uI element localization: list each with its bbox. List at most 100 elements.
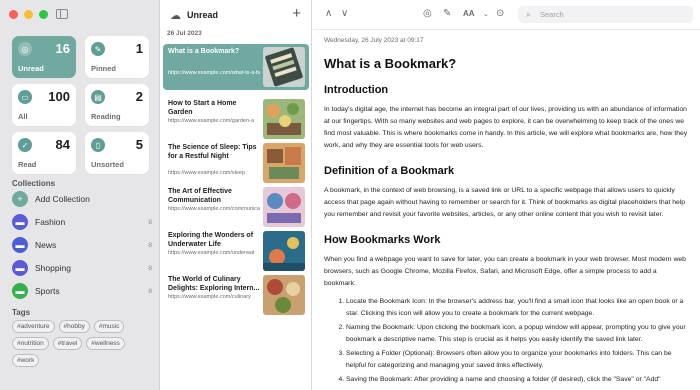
search-icon: ⌕ <box>526 9 532 19</box>
steps-list: Locate the Bookmark Icon: In the browser… <box>324 296 690 386</box>
font-size-button[interactable]: AA <box>463 9 475 18</box>
search-placeholder: Search <box>540 10 564 19</box>
smart-list-reading[interactable]: ▤ 2 Reading <box>85 84 149 126</box>
zoom-window-button[interactable] <box>39 10 48 19</box>
list-item: Naming the Bookmark: Upon clicking the b… <box>346 322 690 346</box>
tag-chip[interactable]: #work <box>12 354 40 367</box>
pin-icon[interactable]: ✎ <box>443 8 451 19</box>
tag-chip[interactable]: #hobby <box>58 320 90 333</box>
smart-list-label: Unread <box>18 64 44 73</box>
smart-list-grid: ◎ 16 Unread ✎ 1 Pinned ▭ 100 All ▤ 2 Rea… <box>12 36 150 174</box>
collection-count: 8 <box>148 241 152 249</box>
collection-count: 8 <box>148 264 152 272</box>
bookmark-title: The World of Culinary Delights: Explorin… <box>168 276 260 292</box>
document-icon: ▯ <box>91 138 105 152</box>
tag-chip[interactable]: #nutrition <box>12 337 49 350</box>
bookmark-list-item[interactable]: How to Start a Home Garden https://www.e… <box>163 96 309 142</box>
bookmark-list-item[interactable]: Exploring the Wonders of Underwater Life… <box>163 228 309 274</box>
smart-list-unread[interactable]: ◎ 16 Unread <box>12 36 76 78</box>
bookmark-list-item[interactable]: The Art of Effective Communication https… <box>163 184 309 230</box>
article-title: What is a Bookmark? <box>324 56 457 71</box>
list-item: Saving the Bookmark: After providing a n… <box>346 374 690 386</box>
search-input[interactable]: ⌕ Search <box>518 6 693 23</box>
bookmark-url: https://www.example.com/communicati <box>168 206 260 212</box>
date-group-label: 26 Jul 2023 <box>167 30 202 37</box>
section-heading: Definition of a Bookmark <box>324 165 455 177</box>
collection-item-sports[interactable]: ▬ Sports 8 <box>12 282 152 300</box>
smart-list-all[interactable]: ▭ 100 All <box>12 84 76 126</box>
inbox-icon: ▭ <box>18 90 32 104</box>
add-bookmark-button[interactable]: + <box>292 5 301 22</box>
collection-item-news[interactable]: ▬ News 8 <box>12 236 152 254</box>
smart-list-label: Unsorted <box>91 160 124 169</box>
bookmark-title: The Science of Sleep: Tips for a Restful… <box>168 144 257 160</box>
window-controls <box>9 10 48 19</box>
folder-icon: ▬ <box>12 260 28 276</box>
pin-icon: ✎ <box>91 42 105 56</box>
article-timestamp: Wednesday, 26 July 2023 at 09:17 <box>324 37 424 44</box>
tag-chip[interactable]: #music <box>93 320 125 333</box>
cloud-sync-icon[interactable]: ☁ <box>170 9 181 22</box>
list-item: Selecting a Folder (Optional): Browsers … <box>346 348 690 372</box>
collection-item-shopping[interactable]: ▬ Shopping 8 <box>12 259 152 277</box>
folder-icon: ▬ <box>12 283 28 299</box>
tags-heading: Tags <box>12 308 31 317</box>
more-options-icon[interactable]: ⊙ <box>496 8 504 19</box>
bookmark-title: How to Start a Home Garden <box>168 100 237 116</box>
smart-list-count: 16 <box>55 41 70 56</box>
collection-count: 8 <box>148 218 152 226</box>
smart-list-label: Pinned <box>91 64 117 73</box>
bookmark-list-item[interactable]: The World of Culinary Delights: Explorin… <box>163 272 309 318</box>
collection-label: Sports <box>35 286 60 296</box>
article-paragraph: In today's digital age, the internet has… <box>324 106 688 149</box>
add-collection-button[interactable]: + Add Collection <box>12 190 152 208</box>
smart-list-count: 84 <box>55 137 70 152</box>
bookmark-list-item[interactable]: What is a Bookmark? https://www.example.… <box>163 44 309 90</box>
smart-list-label: Read <box>18 160 37 169</box>
chevron-down-icon[interactable]: ∨ <box>341 8 348 19</box>
collection-label: Add Collection <box>35 194 90 204</box>
tag-list: #adventure #hobby #music #nutrition #tra… <box>12 320 152 367</box>
smart-list-count: 100 <box>48 89 70 104</box>
collection-label: Fashion <box>35 217 66 227</box>
tag-chip[interactable]: #travel <box>52 337 83 350</box>
bookmark-url: https://www.example.com/underwat <box>168 250 255 256</box>
bookmark-title: Exploring the Wonders of Underwater Life <box>168 232 254 248</box>
smart-list-count: 2 <box>135 89 143 104</box>
article-paragraph: A bookmark, in the context of web browsi… <box>324 187 686 218</box>
bookmark-url: https://www.example.com/what-is-a-bookma… <box>168 70 260 76</box>
smart-list-label: Reading <box>91 112 121 121</box>
smart-list-count: 5 <box>135 137 143 152</box>
unread-icon: ◎ <box>18 42 32 56</box>
article-paragraph: When you find a webpage you want to save… <box>324 256 686 287</box>
section-heading: Introduction <box>324 84 389 96</box>
bookmark-url: https://www.example.com/garden-a <box>168 118 254 124</box>
tag-chip[interactable]: #wellness <box>86 337 125 350</box>
close-window-button[interactable] <box>9 10 18 19</box>
chevron-down-icon[interactable]: ⌄ <box>483 10 489 18</box>
collection-label: News <box>35 240 57 250</box>
list-header: ☁ Unread + <box>160 0 311 30</box>
tag-chip[interactable]: #adventure <box>12 320 55 333</box>
smart-list-count: 1 <box>135 41 143 56</box>
collection-count: 8 <box>148 287 152 295</box>
collection-item-fashion[interactable]: ▬ Fashion 8 <box>12 213 152 231</box>
bookmark-title: The Art of Effective Communication <box>168 188 232 204</box>
minimize-window-button[interactable] <box>24 10 33 19</box>
bookmark-url: https://www.example.com/culinary <box>168 294 251 300</box>
checkmark-icon: ✓ <box>18 138 32 152</box>
collection-label: Shopping <box>35 263 71 273</box>
sidebar-toggle-icon[interactable] <box>56 9 68 19</box>
list-item: Locate the Bookmark Icon: In the browser… <box>346 296 690 320</box>
thumbnail-image <box>263 187 305 227</box>
smart-list-unsorted[interactable]: ▯ 5 Unsorted <box>85 132 149 174</box>
thumbnail-image <box>263 275 305 315</box>
article-content: Wednesday, 26 July 2023 at 09:17 What is… <box>324 37 690 388</box>
smart-list-read[interactable]: ✓ 84 Read <box>12 132 76 174</box>
collections-heading: Collections <box>12 179 56 188</box>
smart-list-pinned[interactable]: ✎ 1 Pinned <box>85 36 149 78</box>
chevron-down-icon[interactable]: ∧ <box>325 8 332 19</box>
smart-list-label: All <box>18 112 28 121</box>
mark-read-icon[interactable]: ◎ <box>423 8 432 19</box>
bookmark-list-item[interactable]: The Science of Sleep: Tips for a Restful… <box>163 140 309 186</box>
